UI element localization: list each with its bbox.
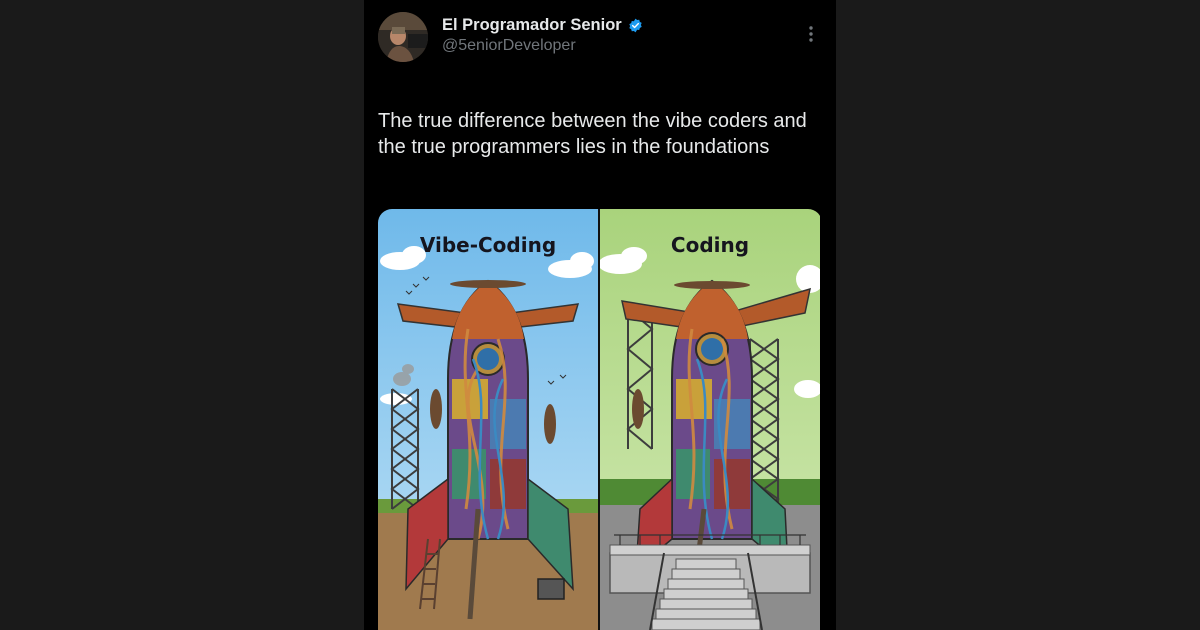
avatar[interactable] — [378, 12, 428, 62]
vibe-coding-illustration — [378, 209, 598, 630]
more-options-icon[interactable] — [796, 22, 826, 46]
coding-illustration — [600, 209, 820, 630]
coding-panel: Coding — [600, 209, 820, 630]
tweet-text: The true difference between the vibe cod… — [378, 110, 807, 158]
coding-title: Coding — [670, 233, 750, 257]
author-handle[interactable]: @5eniorDeveloper — [442, 37, 576, 55]
vibe-coding-title: Vibe-Coding — [419, 233, 557, 257]
verified-badge-icon — [628, 18, 643, 33]
tweet-card: El Programador Senior @5eniorDeveloper T… — [364, 0, 836, 630]
vibe-coding-panel: Vibe-Coding — [378, 209, 598, 630]
tweet-media-image[interactable]: Vibe-Coding Coding — [378, 209, 822, 630]
author-name[interactable]: El Programador Senior — [442, 16, 622, 35]
